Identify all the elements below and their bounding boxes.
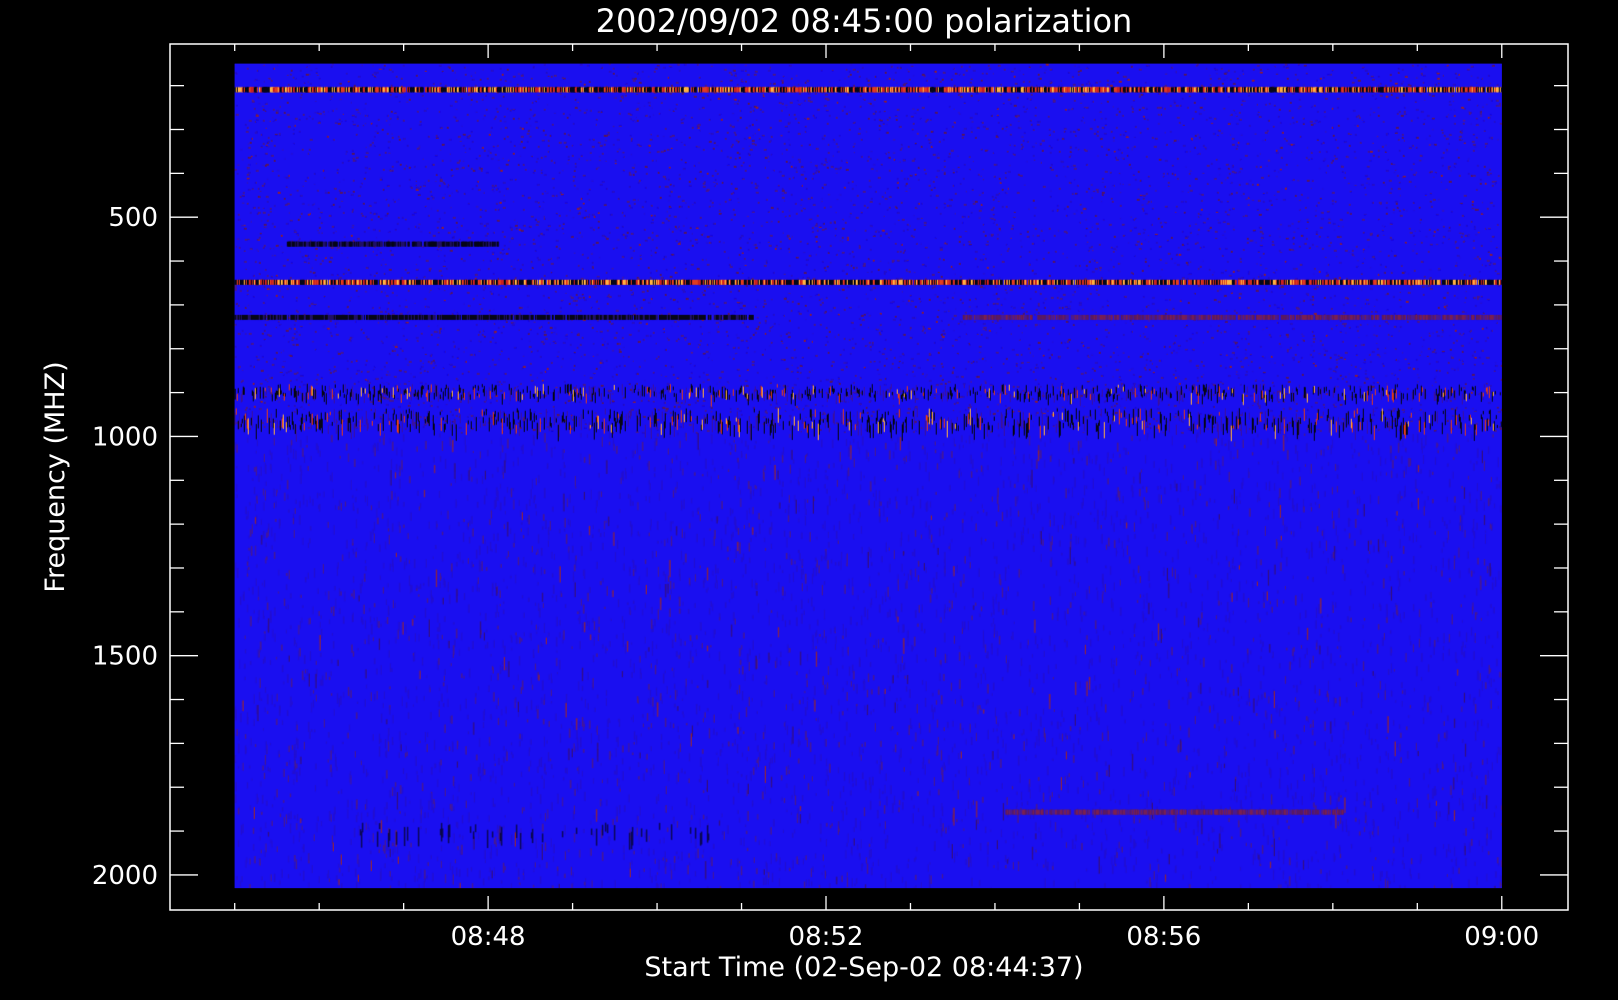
- y-axis-title: Frequency (MHZ): [40, 361, 71, 592]
- x-tick-label: 08:48: [451, 922, 526, 952]
- y-tick-label: 2000: [92, 861, 158, 891]
- chart-title: 2002/09/02 08:45:00 polarization: [596, 2, 1133, 40]
- spectrogram-image: [234, 63, 1502, 889]
- x-tick-label: 08:56: [1126, 922, 1201, 952]
- y-tick-label: 1500: [92, 642, 158, 672]
- x-tick-label: 08:52: [789, 922, 864, 952]
- x-axis-title: Start Time (02-Sep-02 08:44:37): [644, 952, 1083, 983]
- spectrogram-plot: [234, 63, 1502, 889]
- y-tick-label: 1000: [92, 422, 158, 452]
- chart: 2002/09/02 08:45:00 polarization 08:48 08…: [0, 0, 1618, 1000]
- x-tick-label: 09:00: [1464, 922, 1539, 952]
- y-tick-label: 500: [108, 203, 158, 233]
